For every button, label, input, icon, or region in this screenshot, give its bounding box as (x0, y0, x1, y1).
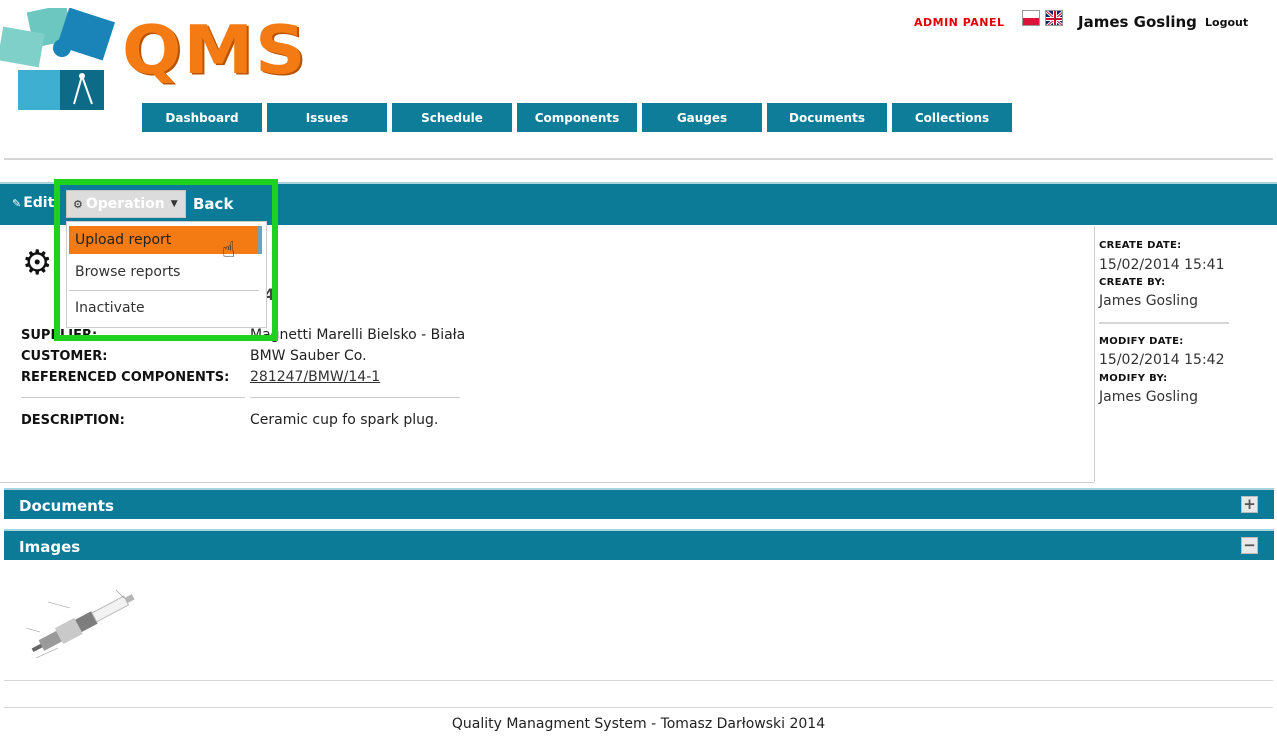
nav-documents[interactable]: Documents (767, 103, 887, 132)
user-name[interactable]: James Gosling (1078, 13, 1197, 31)
logout-link[interactable]: Logout (1205, 16, 1248, 29)
nav-gauges[interactable]: Gauges (642, 103, 762, 132)
nav-collections[interactable]: Collections (892, 103, 1012, 132)
meta-divider (1099, 322, 1229, 324)
footer-text: Quality Managment System - Tomasz Darłow… (451, 716, 826, 732)
pencil-icon: ✎ (12, 197, 22, 210)
supplier-value: Magnetti Marelli Bielsko - Biała (250, 327, 466, 343)
modify-by-value: James Gosling (1099, 389, 1198, 405)
footer-divider (4, 707, 1273, 708)
create-by-value: James Gosling (1099, 293, 1198, 309)
logo-wordmark: QMS (122, 11, 308, 89)
images-bottom-divider (4, 680, 1273, 681)
operation-dropdown-menu: Upload report Browse reports Inactivate (66, 221, 267, 328)
customer-value: BMW Sauber Co. (250, 348, 367, 364)
operation-label: Operation (85, 196, 165, 212)
images-section-header[interactable]: Images − (4, 529, 1274, 560)
referenced-component-link[interactable]: 281247/BMW/14-1 (250, 369, 380, 385)
back-button[interactable]: Back (186, 190, 267, 218)
admin-panel-link[interactable]: ADMIN PANEL (914, 16, 1005, 29)
caret-down-icon: ▼ (170, 199, 178, 209)
gears-icon: ⚙ (22, 243, 53, 283)
operation-button[interactable]: ⚙ Operation ▼ (66, 190, 186, 218)
hand-cursor-icon: ☝ (222, 238, 236, 263)
polish-flag-icon[interactable] (1022, 10, 1040, 26)
detail-bottom-border (0, 482, 1094, 483)
create-date-label: CREATE DATE: (1099, 240, 1182, 251)
main-nav: Dashboard Issues Schedule Components Gau… (142, 103, 1012, 132)
operation-toolbar-group: ⚙ Operation ▼ Back (66, 190, 267, 218)
gear-icon: ⚙ (73, 197, 83, 211)
customer-label: CUSTOMER: (21, 349, 108, 364)
detail-divider-left (21, 397, 245, 398)
meta-panel: CREATE DATE: 15/02/2014 15:41 CREATE BY:… (1094, 226, 1277, 482)
modify-date-value: 15/02/2014 15:42 (1099, 352, 1225, 368)
menu-item-inactivate[interactable]: Inactivate (69, 294, 259, 322)
edit-button[interactable]: ✎ Edit (12, 195, 54, 211)
create-by-label: CREATE BY: (1099, 277, 1166, 288)
expand-icon[interactable]: + (1241, 496, 1258, 513)
create-date-value: 15/02/2014 15:41 (1099, 257, 1225, 273)
documents-section-header[interactable]: Documents + (4, 488, 1274, 519)
nav-dashboard[interactable]: Dashboard (142, 103, 262, 132)
edit-label: Edit (23, 195, 55, 211)
nav-schedule[interactable]: Schedule (392, 103, 512, 132)
description-label: DESCRIPTION: (21, 413, 125, 428)
header-divider (4, 158, 1273, 160)
modify-by-label: MODIFY BY: (1099, 373, 1168, 384)
images-section-title: Images (19, 538, 81, 556)
collapse-icon[interactable]: − (1241, 537, 1258, 554)
puzzle-logo-icon (0, 4, 116, 110)
nav-components[interactable]: Components (517, 103, 637, 132)
qms-logo[interactable]: QMS (0, 4, 306, 114)
english-flag-icon[interactable] (1045, 10, 1063, 26)
nav-issues[interactable]: Issues (267, 103, 387, 132)
spark-plug-image-thumbnail[interactable] (18, 582, 146, 666)
menu-divider (69, 290, 259, 291)
documents-section-title: Documents (19, 497, 114, 515)
modify-date-label: MODIFY DATE: (1099, 336, 1184, 347)
referenced-components-label: REFERENCED COMPONENTS: (21, 370, 230, 385)
detail-divider-right (250, 397, 460, 398)
description-value: Ceramic cup fo spark plug. (250, 412, 439, 428)
